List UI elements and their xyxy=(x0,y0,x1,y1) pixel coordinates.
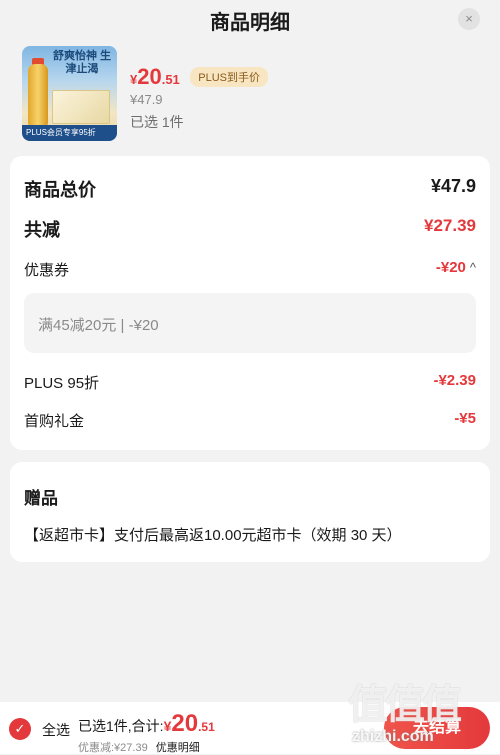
first-buy-value: -¥5 xyxy=(454,410,476,427)
plus-price-badge: PLUS到手价 xyxy=(190,67,268,87)
product-detail-sheet: 商品明细 × 舒爽怡神 生津止渴 PLUS会员专享95折 ¥20.51 PLUS… xyxy=(0,0,500,754)
chevron-up-icon[interactable]: ^ xyxy=(470,260,476,275)
coupon-row[interactable]: 优惠券 -¥20 ^ xyxy=(24,259,476,283)
total-off-label: 共减 xyxy=(24,220,60,240)
thumbnail-banner: PLUS会员专享95折 xyxy=(22,125,117,141)
plus-discount-value: -¥2.39 xyxy=(433,372,476,389)
thumbnail-slogan: 舒爽怡神 生津止渴 xyxy=(52,50,112,75)
select-all-label[interactable]: 全选 xyxy=(42,720,70,740)
total-line: 已选1件,合计:¥20.51 xyxy=(78,710,215,738)
product-price-row: ¥20.51 PLUS到手价 xyxy=(130,64,268,90)
product-thumbnail[interactable]: 舒爽怡神 生津止渴 PLUS会员专享95折 xyxy=(22,46,117,141)
coupon-value-group[interactable]: -¥20 ^ xyxy=(436,259,476,277)
product-item: 舒爽怡神 生津止渴 PLUS会员专享95折 ¥20.51 PLUS到手价 ¥47… xyxy=(22,46,482,146)
watermark: 值值值 zhizhi.com xyxy=(346,670,496,754)
gift-description: 【返超市卡】支付后最高返10.00元超市卡（效期 30 天） xyxy=(24,527,402,544)
coupon-value: -¥20 xyxy=(435,259,466,276)
sheet-header: 商品明细 × xyxy=(0,0,500,38)
gift-title: 赠品 xyxy=(24,489,58,508)
first-buy-label: 首购礼金 xyxy=(24,413,85,430)
watermark-text: zhizhi.com xyxy=(352,728,434,745)
gift-card: 赠品 【返超市卡】支付后最高返10.00元超市卡（效期 30 天） xyxy=(10,462,490,562)
discount-line: 优惠减:¥27.39 优惠明细 xyxy=(78,739,200,755)
price-decimal: .51 xyxy=(161,72,180,87)
original-price: ¥47.9 xyxy=(130,92,163,107)
coupon-detail-box: 满45减20元 | -¥20 xyxy=(24,293,476,353)
plus-discount-row: PLUS 95折 -¥2.39 xyxy=(24,372,476,396)
goods-total-row: 商品总价 ¥47.9 xyxy=(24,176,476,200)
close-icon[interactable]: × xyxy=(458,8,480,30)
watermark-logo: 值值值 xyxy=(348,682,462,728)
selected-count: 已选 1件 xyxy=(130,114,184,130)
coupon-detail-text: 满45减20元 | -¥20 xyxy=(38,317,159,334)
discount-text: 优惠减:¥27.39 xyxy=(78,742,148,754)
total-off-row: 共减 ¥27.39 xyxy=(24,216,476,240)
sheet-title: 商品明细 xyxy=(210,12,290,34)
price-summary-card: 商品总价 ¥47.9 共减 ¥27.39 优惠券 -¥20 ^ 满45减20元 |… xyxy=(10,156,490,450)
check-icon[interactable]: ✓ xyxy=(9,718,31,740)
goods-total-label: 商品总价 xyxy=(24,180,96,200)
total-off-value: ¥27.39 xyxy=(424,216,476,235)
total-decimal: .51 xyxy=(198,720,215,734)
first-buy-row: 首购礼金 -¥5 xyxy=(24,410,476,434)
discount-details-link[interactable]: 优惠明细 xyxy=(156,742,200,754)
total-main: 20 xyxy=(171,710,199,737)
plus-discount-label: PLUS 95折 xyxy=(24,375,100,392)
bottle-shape xyxy=(28,64,48,126)
goods-total-value: ¥47.9 xyxy=(430,176,476,196)
box-pack-shape xyxy=(52,90,110,124)
coupon-label: 优惠券 xyxy=(24,262,70,279)
price-main: 20 xyxy=(137,64,162,89)
total-label: 已选1件,合计: xyxy=(78,718,164,734)
